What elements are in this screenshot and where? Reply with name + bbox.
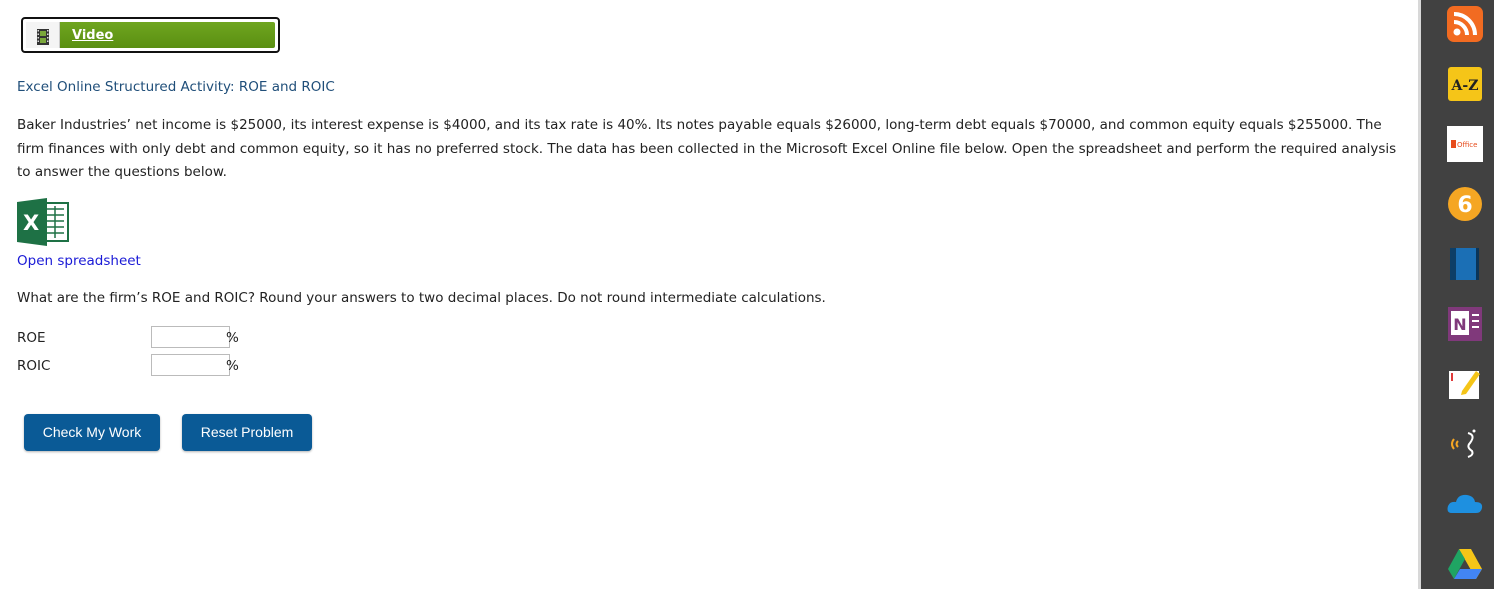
film-icon-box <box>26 22 60 48</box>
main-content: Video Excel Online Structured Activity: … <box>0 0 1420 589</box>
svg-text:A-Z: A-Z <box>1451 78 1479 94</box>
reset-problem-button[interactable]: Reset Problem <box>182 414 312 451</box>
a-z-icon[interactable]: A-Z <box>1446 65 1484 103</box>
roic-unit: % <box>226 358 239 374</box>
excel-icon[interactable]: X <box>17 198 70 246</box>
video-button[interactable]: Video <box>21 17 280 53</box>
video-button-body[interactable]: Video <box>26 22 275 48</box>
check-my-work-button[interactable]: Check My Work <box>24 414 160 451</box>
svg-text:N: N <box>1453 315 1466 334</box>
open-spreadsheet-link[interactable]: Open spreadsheet <box>17 253 141 269</box>
google-drive-icon[interactable] <box>1446 545 1484 583</box>
problem-description: Baker Industries’ net income is $25000, … <box>17 117 1397 180</box>
video-link[interactable]: Video <box>72 28 113 43</box>
read-aloud-icon[interactable] <box>1446 425 1484 463</box>
sidebar: A-Z Office 6 N <box>1418 0 1494 589</box>
question-text: What are the firm’s ROE and ROIC? Round … <box>17 290 826 306</box>
svg-text:Office: Office <box>1457 141 1477 149</box>
roe-label: ROE <box>17 330 46 346</box>
roe-unit: % <box>226 330 239 346</box>
onenote-icon[interactable]: N <box>1446 305 1484 343</box>
book-icon[interactable] <box>1446 245 1484 283</box>
roe-input[interactable] <box>151 326 230 348</box>
six-circle-icon[interactable]: 6 <box>1446 185 1484 223</box>
svg-text:6: 6 <box>1457 193 1472 218</box>
roic-input[interactable] <box>151 354 230 376</box>
sticky-note-icon[interactable] <box>1446 365 1484 403</box>
rss-icon[interactable] <box>1446 5 1484 43</box>
onedrive-icon[interactable] <box>1446 485 1484 523</box>
roic-label: ROIC <box>17 358 51 374</box>
office-icon[interactable]: Office <box>1446 125 1484 163</box>
film-icon <box>37 29 49 45</box>
activity-title: Excel Online Structured Activity: ROE an… <box>17 79 335 95</box>
svg-text:X: X <box>23 211 39 235</box>
